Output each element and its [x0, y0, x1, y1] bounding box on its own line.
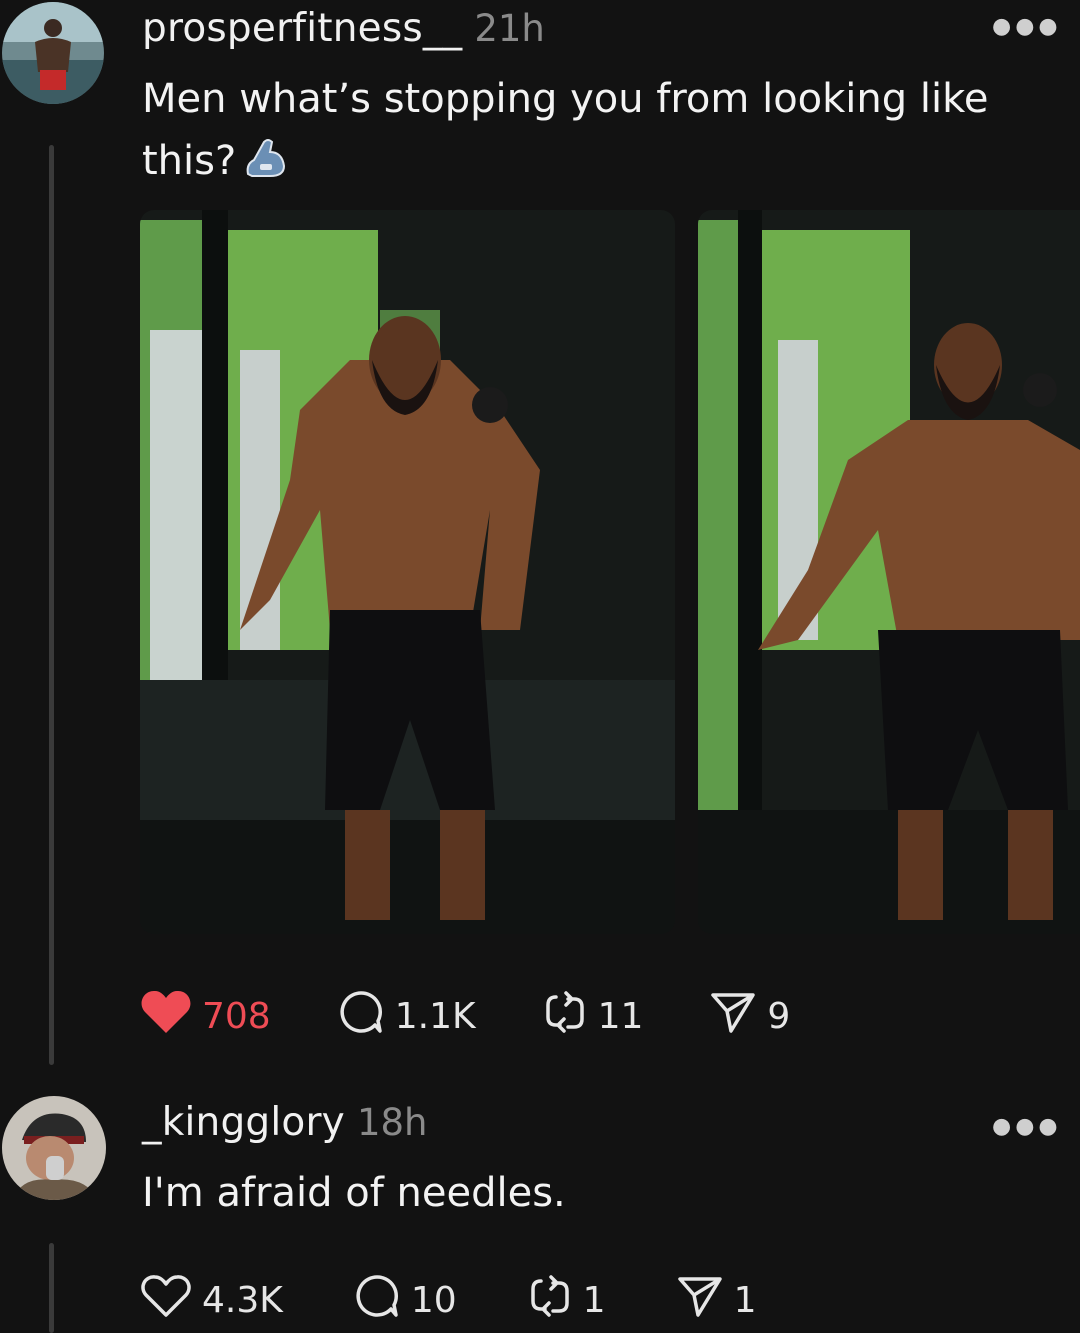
share-button[interactable]: 9 [709, 989, 790, 1044]
repost-count: 11 [597, 996, 644, 1037]
post-avatar[interactable] [2, 2, 104, 104]
reply-repost-count: 1 [582, 1280, 606, 1321]
reply-more-icon[interactable]: ●●● [992, 1114, 1062, 1139]
reply-avatar[interactable] [2, 1096, 106, 1200]
reply-like-button[interactable]: 4.3K [140, 1273, 283, 1328]
reply-thread-line [49, 1243, 54, 1333]
comment-count: 1.1K [394, 996, 476, 1037]
reply-share-count: 1 [733, 1280, 757, 1321]
reply-comment-count: 10 [410, 1280, 457, 1321]
post-image-2[interactable] [698, 210, 1080, 934]
comment-icon [353, 1272, 401, 1329]
post-time: 21h [474, 7, 545, 50]
reply-text: I'm afraid of needles. [142, 1170, 566, 1216]
reply-header: _kingglory 18h [142, 1100, 428, 1145]
repost-icon [527, 1273, 573, 1328]
thread-line [49, 145, 54, 1065]
reply-comment-button[interactable]: 10 [353, 1272, 457, 1329]
more-icon[interactable]: ●●● [992, 14, 1062, 39]
flexed-biceps-icon [240, 134, 288, 182]
share-icon [676, 1273, 724, 1328]
like-button[interactable]: 708 [140, 989, 271, 1044]
post-header: prosperfitness__ 21h [142, 6, 545, 51]
heart-icon [140, 989, 192, 1044]
share-icon [709, 989, 757, 1044]
reply-repost-button[interactable]: 1 [527, 1273, 606, 1328]
like-count: 708 [202, 996, 271, 1037]
comment-button[interactable]: 1.1K [337, 988, 476, 1045]
reply-share-button[interactable]: 1 [676, 1273, 757, 1328]
reply-username[interactable]: _kingglory [142, 1100, 345, 1145]
share-count: 9 [767, 996, 791, 1037]
post-username[interactable]: prosperfitness__ [142, 6, 462, 51]
post-image-1[interactable] [140, 210, 675, 934]
reply-time: 18h [356, 1101, 428, 1144]
post-actions: 708 1.1K 11 9 [140, 988, 790, 1045]
repost-button[interactable]: 11 [542, 989, 644, 1044]
repost-icon [542, 989, 588, 1044]
comment-icon [337, 988, 385, 1045]
post-text-block: Men what’s stopping you from looking lik… [142, 68, 1022, 192]
heart-icon [140, 1273, 192, 1328]
reply-like-count: 4.3K [202, 1280, 283, 1321]
reply-actions: 4.3K 10 1 1 [140, 1272, 756, 1329]
